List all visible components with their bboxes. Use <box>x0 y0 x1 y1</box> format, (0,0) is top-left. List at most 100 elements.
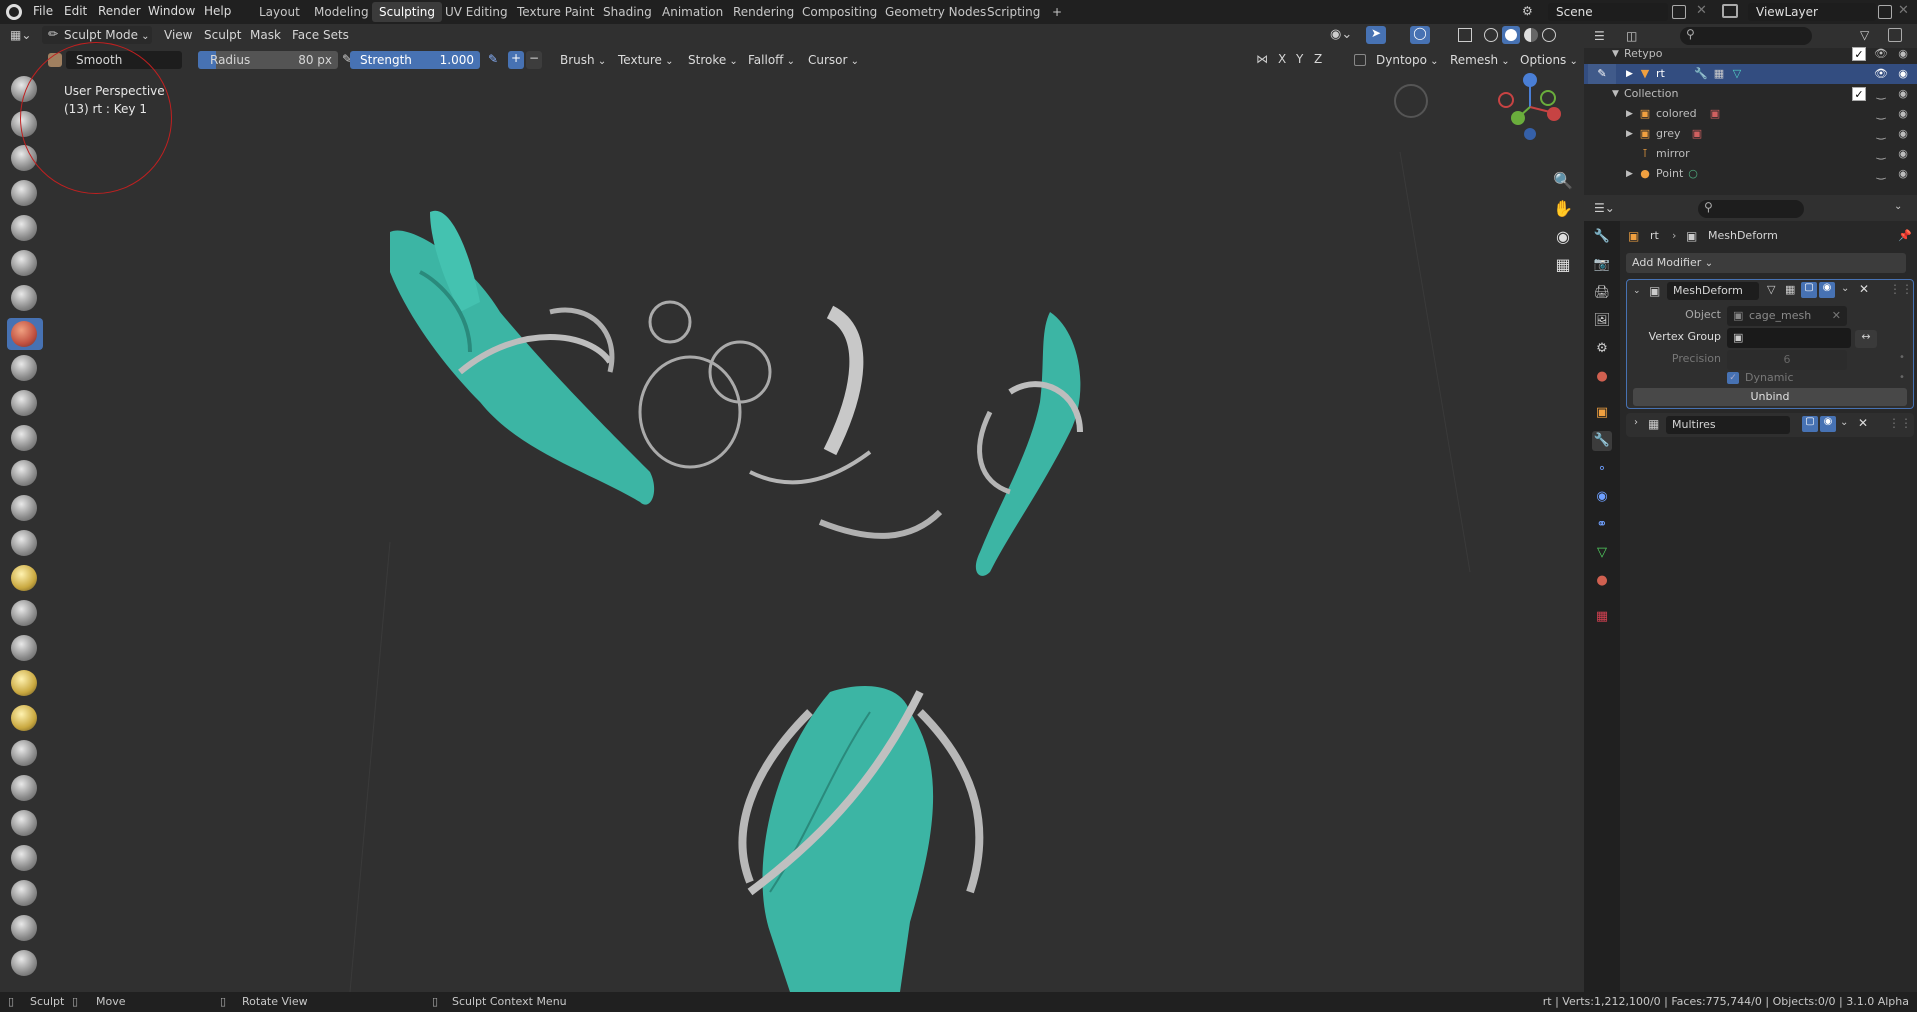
scene-icon[interactable]: ⚙ <box>1522 4 1538 20</box>
collapse-chevron-icon[interactable]: ⌄ <box>1633 286 1641 296</box>
editor-type-icon[interactable]: ▦⌄ <box>10 28 32 42</box>
rendered-shading-icon[interactable] <box>1542 28 1556 42</box>
precision-field[interactable]: 6 <box>1727 350 1847 370</box>
tool-tab-icon[interactable]: 🔧 <box>1592 227 1612 247</box>
material-tab-icon[interactable]: ● <box>1592 571 1612 591</box>
scene-tab-icon[interactable]: ⚙ <box>1592 339 1612 359</box>
overlay-toggle-icon[interactable]: ◯ <box>1410 26 1430 44</box>
clay-strips-brush-icon[interactable] <box>11 180 37 206</box>
clay-thumb-brush-icon[interactable] <box>11 215 37 241</box>
outliner-row-point[interactable]: ▶ ● Point ○ ‿ ◉ <box>1584 164 1917 184</box>
tab-shading[interactable]: Shading <box>596 2 659 22</box>
xray-toggle-icon[interactable] <box>1458 28 1472 42</box>
invert-vertex-group-icon[interactable]: ↔ <box>1855 330 1877 348</box>
tab-compositing[interactable]: Compositing <box>795 2 884 22</box>
physics-tab-icon[interactable]: ◉ <box>1592 487 1612 507</box>
menu-edit[interactable]: Edit <box>64 4 87 18</box>
expand-chevron-icon[interactable]: › <box>1634 417 1638 428</box>
eye-closed-icon[interactable]: ‿ <box>1874 127 1888 141</box>
ortho-grid-icon[interactable]: ▦ <box>1550 252 1576 278</box>
object-field[interactable]: ▣ cage_mesh ✕ <box>1727 306 1847 326</box>
mask-brush-icon[interactable] <box>11 915 37 941</box>
camera-icon[interactable]: ◉ <box>1896 167 1910 181</box>
outliner-row-rt[interactable]: ✎ ▶ ▼ rt 🔧 ▦ ▽ 👁 ◉ <box>1584 64 1917 84</box>
dyntopo-checkbox[interactable] <box>1354 54 1366 66</box>
constraints-tab-icon[interactable]: ⚭ <box>1592 515 1612 535</box>
material-shading-icon[interactable] <box>1524 28 1538 42</box>
data-tab-icon[interactable]: ▽ <box>1592 543 1612 563</box>
elastic-deform-brush-icon[interactable] <box>11 565 37 591</box>
camera-icon[interactable]: ◉ <box>1896 67 1910 81</box>
render-toggle-icon[interactable]: ◉ <box>1819 282 1835 298</box>
meshdeform-name-field[interactable]: MeshDeform <box>1667 282 1759 300</box>
grab-brush-icon[interactable] <box>11 530 37 556</box>
rotate-brush-icon[interactable] <box>11 740 37 766</box>
properties-search-field[interactable]: ⚲ <box>1698 200 1804 218</box>
menu-sculpt[interactable]: Sculpt <box>204 28 241 42</box>
close-scene-icon[interactable]: ✕ <box>1696 3 1707 18</box>
strength-slider[interactable]: Strength 1.000 <box>350 51 480 69</box>
tab-geometry-nodes[interactable]: Geometry Nodes <box>878 2 993 22</box>
edit-mode-toggle-icon[interactable]: ▽ <box>1767 283 1775 296</box>
outliner-row-mirror[interactable]: ⊺ mirror ‿ ◉ <box>1584 144 1917 164</box>
exclude-checkbox[interactable]: ✓ <box>1852 87 1866 101</box>
add-workspace-button[interactable]: + <box>1045 2 1069 22</box>
camera-view-icon[interactable]: ◉ <box>1550 224 1576 250</box>
menu-stroke[interactable]: Stroke <box>688 50 738 70</box>
pin-icon[interactable]: 📌 <box>1898 229 1912 242</box>
on-cage-toggle-icon[interactable]: ▦ <box>1785 283 1795 296</box>
drag-handle-icon[interactable]: ⋮⋮ <box>1888 416 1912 430</box>
cloth-brush-icon[interactable] <box>11 845 37 871</box>
add-direction-button[interactable]: + <box>508 51 524 69</box>
keyframe-dot-icon[interactable]: • <box>1899 372 1905 383</box>
outliner-search-field[interactable]: ⚲ <box>1680 27 1812 45</box>
modifier-tab-icon[interactable]: 🔧 <box>1592 431 1612 451</box>
particles-tab-icon[interactable]: ∘ <box>1592 459 1612 479</box>
copy-scene-icon[interactable] <box>1672 5 1686 19</box>
menu-falloff[interactable]: Falloff <box>748 50 795 70</box>
menu-face-sets[interactable]: Face Sets <box>292 28 349 42</box>
properties-editor-icon[interactable]: ☰⌄ <box>1594 201 1615 215</box>
tab-modeling[interactable]: Modeling <box>307 2 376 22</box>
simplify-brush-icon[interactable] <box>11 880 37 906</box>
filter-icon[interactable]: ▽ <box>1860 28 1869 42</box>
scrape-brush-icon[interactable] <box>11 425 37 451</box>
view-layer-field[interactable]: ViewLayer <box>1748 3 1876 21</box>
view-layer-tab-icon[interactable]: 🖼 <box>1592 311 1612 331</box>
symmetry-icon[interactable]: ⋈ <box>1256 52 1268 66</box>
tab-scripting[interactable]: Scripting <box>980 2 1047 22</box>
pinch-brush-icon[interactable] <box>11 495 37 521</box>
thumb-brush-icon[interactable] <box>11 635 37 661</box>
solid-shading-icon[interactable] <box>1502 26 1520 44</box>
menu-brush[interactable]: Brush <box>560 50 606 70</box>
select-brush-icon[interactable]: ✎ <box>1588 64 1616 84</box>
menu-texture[interactable]: Texture <box>618 50 674 70</box>
layer-brush-icon[interactable] <box>11 250 37 276</box>
realtime-toggle-icon[interactable]: ▢ <box>1802 416 1818 432</box>
modifier-menu-icon[interactable]: ⌄ <box>1840 417 1848 428</box>
menu-cursor[interactable]: Cursor <box>808 50 859 70</box>
drag-handle-icon[interactable]: ⋮⋮ <box>1889 282 1913 296</box>
flatten-brush-icon[interactable] <box>11 355 37 381</box>
tab-animation[interactable]: Animation <box>655 2 730 22</box>
display-mode-icon[interactable]: ◫ <box>1626 29 1637 43</box>
camera-lock-icon[interactable] <box>1394 84 1428 118</box>
view-layer-icon[interactable] <box>1722 4 1738 18</box>
camera-icon[interactable]: ◉ <box>1896 127 1910 141</box>
keyframe-dot-icon[interactable]: • <box>1899 352 1905 363</box>
outliner-row-colored[interactable]: ▶ ▣ colored ▣ ‿ ◉ <box>1584 104 1917 124</box>
eye-closed-icon[interactable]: ‿ <box>1874 87 1888 101</box>
pan-hand-icon[interactable]: ✋ <box>1550 196 1576 222</box>
nudge-brush-icon[interactable] <box>11 705 37 731</box>
copy-view-layer-icon[interactable] <box>1878 5 1892 19</box>
axis-y[interactable]: Y <box>1296 52 1303 66</box>
camera-icon[interactable]: ◉ <box>1896 147 1910 161</box>
slide-relax-brush-icon[interactable] <box>11 775 37 801</box>
outliner-row-retypo[interactable]: ▼ Retypo ✓ 👁 ◉ <box>1584 44 1917 64</box>
fill-brush-icon[interactable] <box>11 390 37 416</box>
tab-rendering[interactable]: Rendering <box>726 2 801 22</box>
navigation-gizmo[interactable] <box>1490 72 1570 142</box>
texture-tab-icon[interactable]: ▦ <box>1592 607 1612 627</box>
remove-modifier-icon[interactable]: ✕ <box>1859 282 1869 296</box>
eye-icon[interactable]: 👁 <box>1874 47 1888 61</box>
